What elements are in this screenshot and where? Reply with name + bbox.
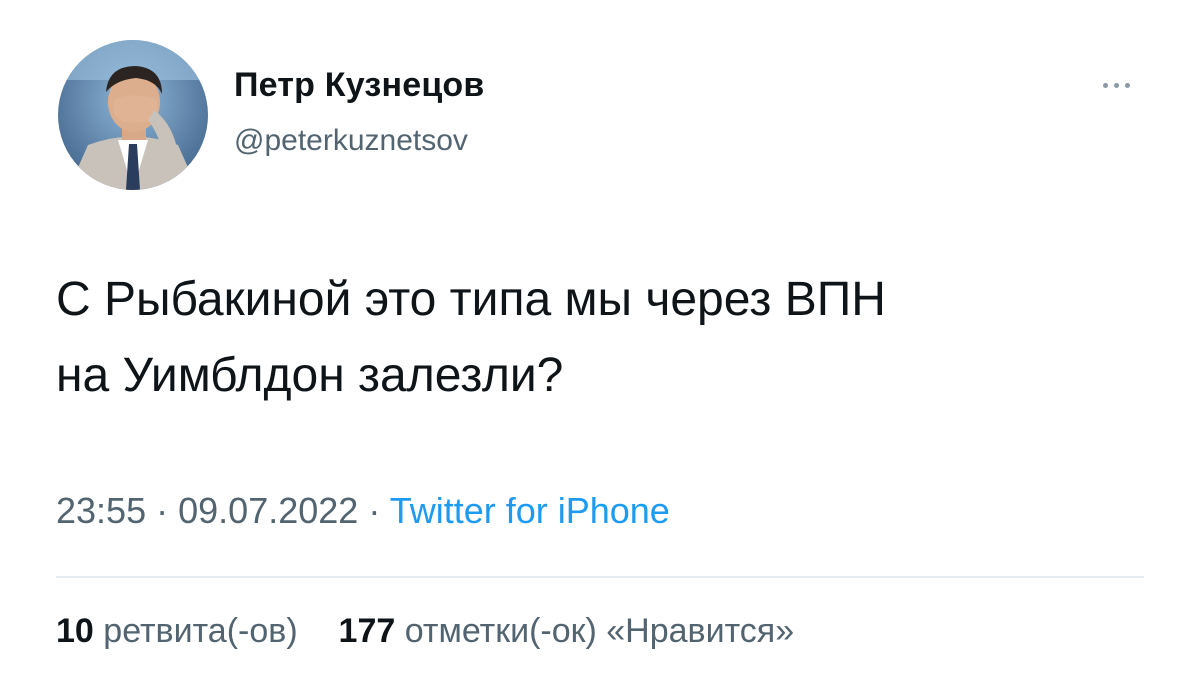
tweet-stats: 10 ретвита(-ов) 177 отметки(-ок) «Нравит… [56, 612, 794, 651]
tweet-text: С Рыбакиной это типа мы через ВПН на Уим… [56, 262, 1166, 414]
likes-count: 177 [338, 612, 396, 650]
author-handle[interactable]: @peterkuznetsov [234, 124, 468, 158]
likes-stat[interactable]: 177 отметки(-ок) «Нравится» [339, 612, 795, 650]
retweets-stat[interactable]: 10 ретвита(-ов) [56, 612, 307, 650]
tweet-source-link[interactable]: Twitter for iPhone [390, 490, 670, 531]
author-name[interactable]: Петр Кузнецов [234, 66, 485, 105]
tweet-date[interactable]: 09.07.2022 [178, 490, 358, 531]
more-horizontal-icon [1124, 82, 1130, 88]
more-horizontal-icon [1102, 82, 1108, 88]
tweet-text-line: на Уимблдон залезли? [56, 349, 564, 402]
retweets-label: ретвита(-ов) [103, 612, 298, 650]
avatar[interactable] [58, 40, 208, 190]
meta-separator: · [368, 490, 381, 531]
retweets-count: 10 [56, 612, 94, 650]
more-options-button[interactable] [1090, 70, 1142, 100]
tweet-card: Петр Кузнецов @peterkuznetsov С Рыбакино… [0, 0, 1200, 690]
meta-separator: · [156, 490, 169, 531]
tweet-text-line: С Рыбакиной это типа мы через ВПН [56, 273, 886, 326]
avatar-image [58, 40, 208, 190]
divider [56, 576, 1144, 578]
tweet-time[interactable]: 23:55 [56, 490, 146, 531]
tweet-meta: 23:55 · 09.07.2022 · Twitter for iPhone [56, 490, 670, 532]
more-horizontal-icon [1113, 82, 1119, 88]
likes-label: отметки(-ок) «Нравится» [404, 612, 795, 650]
